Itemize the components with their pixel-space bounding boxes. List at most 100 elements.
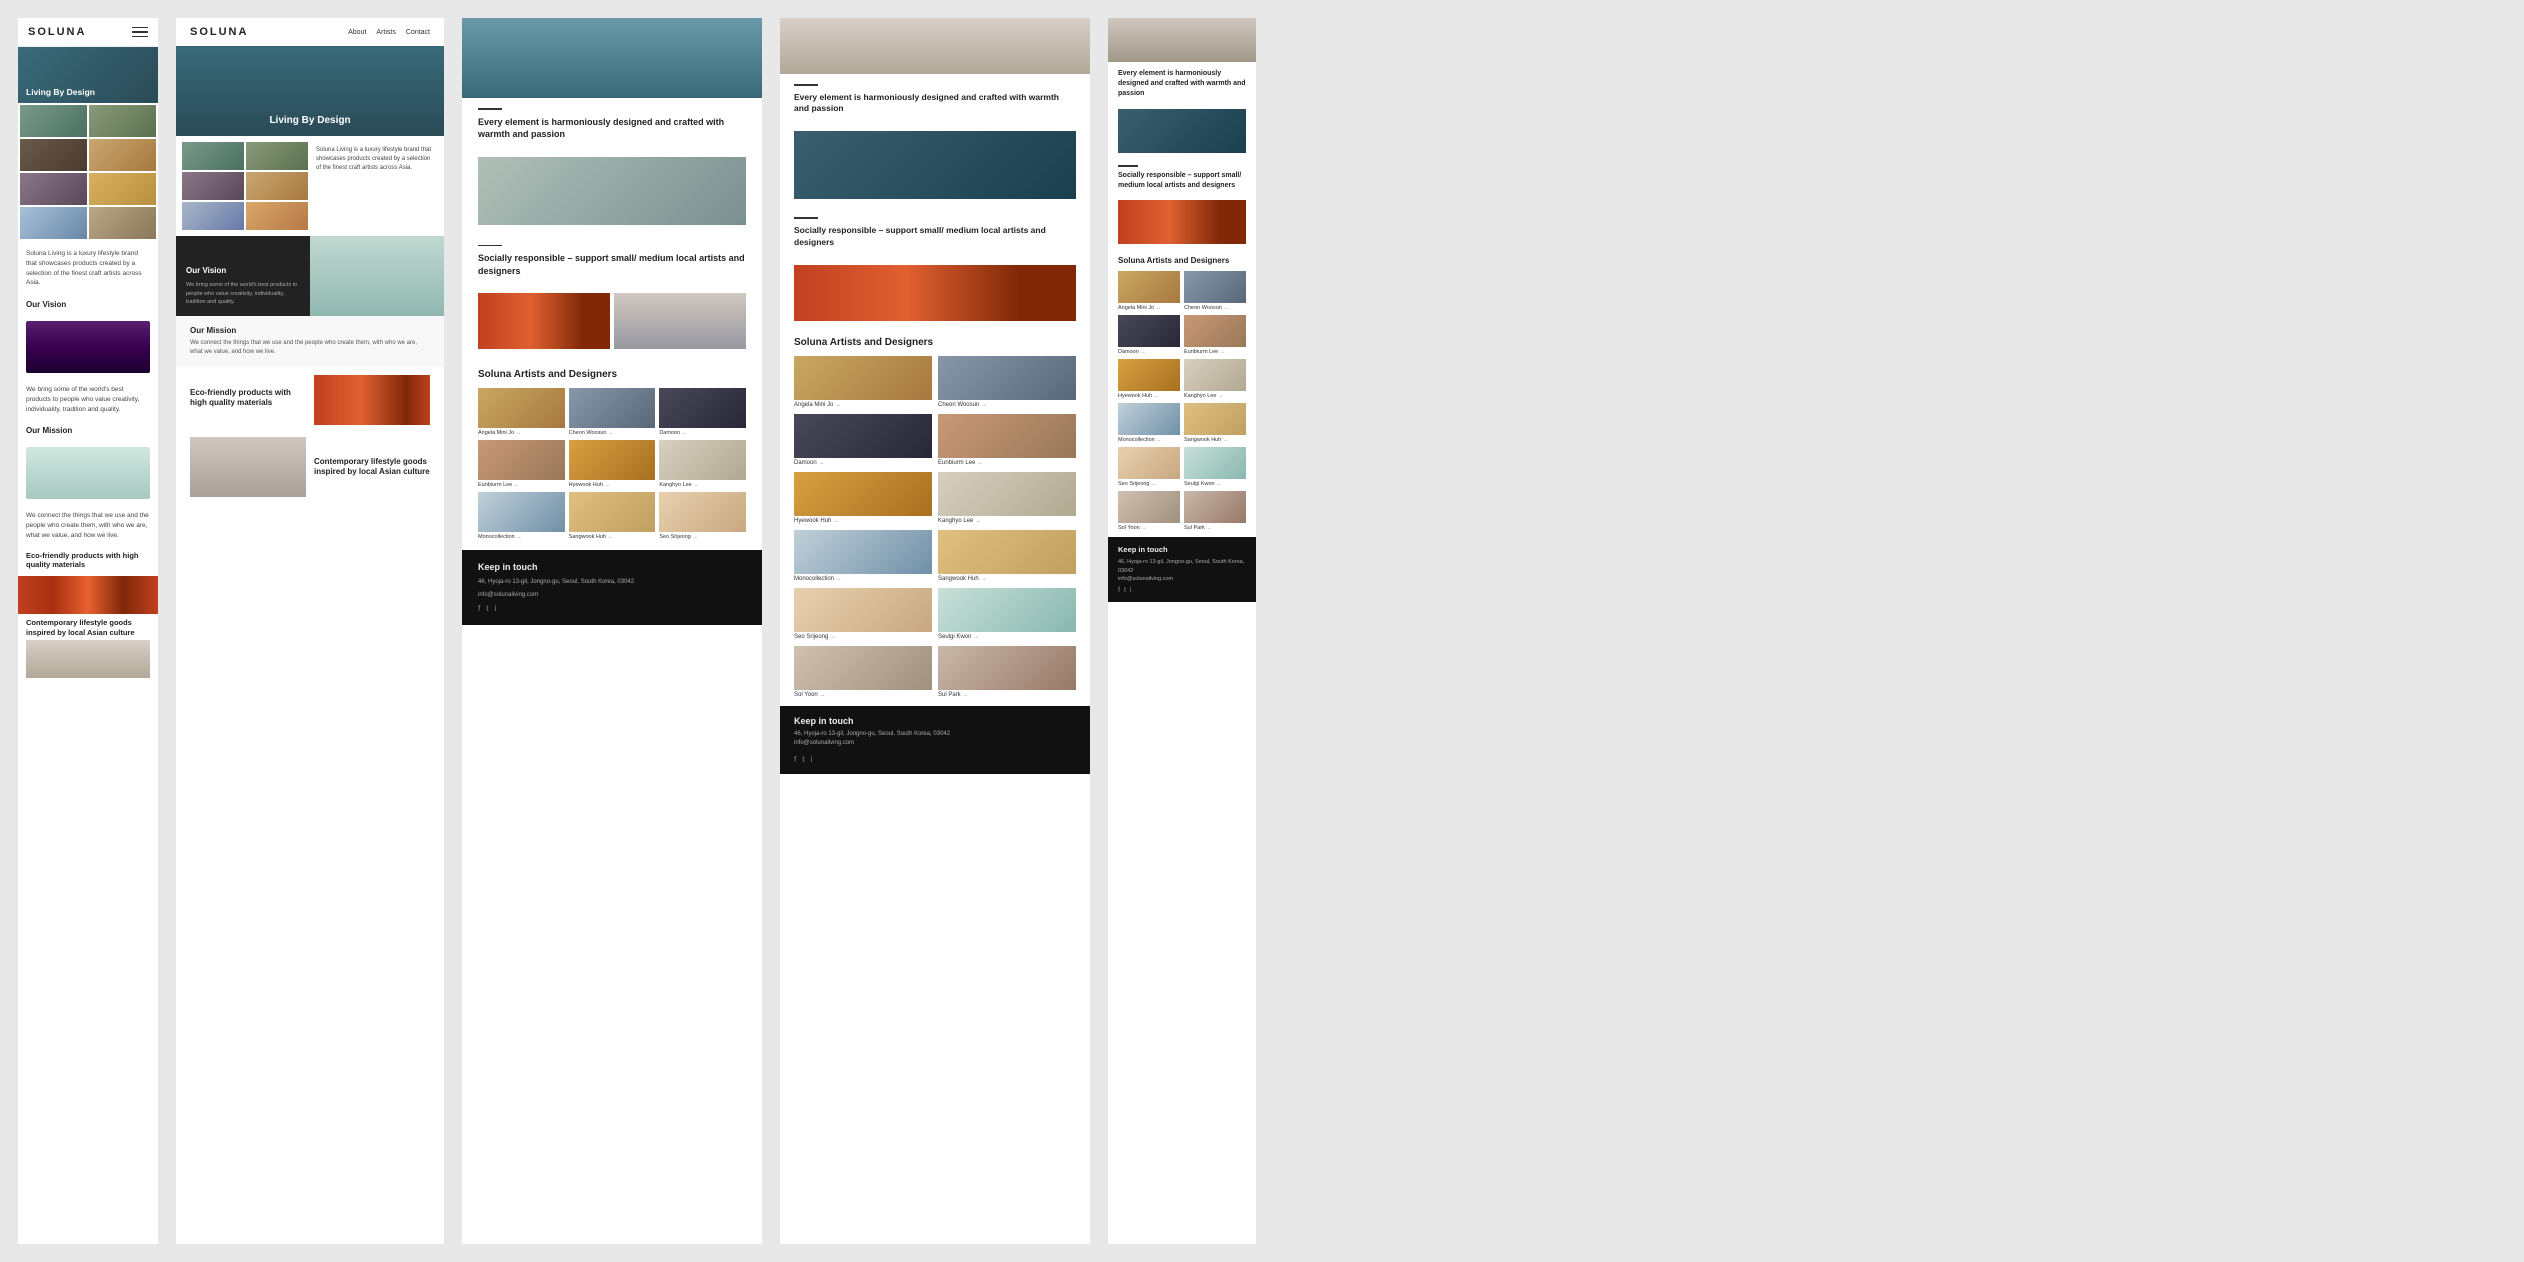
sidebar-artist-5[interactable]: Hyewook Huh → [1118, 359, 1180, 399]
eco-weave-image [314, 375, 430, 425]
artist-main-2[interactable]: Cheon Woosun → [938, 356, 1076, 408]
twitter-icon-sidebar[interactable]: t [1124, 587, 1126, 594]
about-heading-1: Every element is harmoniously designed a… [478, 116, 746, 141]
sidebar-artist-img-7 [1118, 403, 1180, 435]
artist-main-7[interactable]: Monocollection → [794, 530, 932, 582]
footer-address-sidebar: 46, Hyoja-ro 13-gil, Jongno-gu, Seoul, S… [1118, 558, 1246, 575]
panel-sidebar-right: Every element is harmoniously designed a… [1108, 18, 1256, 1244]
facebook-icon-artists[interactable]: f [794, 755, 796, 764]
artist-name-9: Seo Srijeong → [659, 534, 746, 540]
nav-about[interactable]: About [348, 29, 366, 36]
mobile-hero: Living By Design [18, 47, 158, 103]
artist-main-1[interactable]: Angela Mini Jo → [794, 356, 932, 408]
artist-main-10[interactable]: Seulgi Kwon → [938, 588, 1076, 640]
sidebar-top-image [1108, 18, 1256, 62]
mobile-mission-text: We connect the things that we use and th… [18, 503, 158, 544]
artist-main-6[interactable]: Kanghyo Lee → [938, 472, 1076, 524]
artist-main-5[interactable]: Hyewook Huh → [794, 472, 932, 524]
about-artists-section: Soluna Artists and Designers Angela Mini… [462, 359, 762, 550]
sidebar-craft-image [1118, 109, 1246, 153]
sidebar-artist-img-5 [1118, 359, 1180, 391]
panel-desktop-home: SOLUNA About Artists Contact Living By D… [176, 18, 444, 1244]
contemp-image [190, 437, 306, 497]
artist-card-3[interactable]: Damoon → [659, 388, 746, 436]
sidebar-artist-1[interactable]: Angela Mini Jo → [1118, 271, 1180, 311]
sidebar-artist-img-9 [1118, 447, 1180, 479]
twitter-icon-artists[interactable]: t [802, 755, 804, 764]
sidebar-artist-2[interactable]: Cheon Woosun → [1184, 271, 1246, 311]
sidebar-artist-img-10 [1184, 447, 1246, 479]
artists-section-1: Every element is harmoniously designed a… [780, 74, 1090, 131]
artist-img-2 [569, 388, 656, 428]
sidebar-heading-1: Every element is harmoniously designed a… [1118, 69, 1246, 98]
thumb-6 [89, 173, 156, 205]
panel-mobile: SOLUNA Living By Design Soluna Living is… [18, 18, 158, 1244]
artist-name-3: Damoon → [659, 430, 746, 436]
artist-card-1[interactable]: Angela Mini Jo → [478, 388, 565, 436]
intro-thumb-2 [246, 142, 308, 170]
mobile-nav: SOLUNA [18, 18, 158, 47]
artist-main-name-2: Cheon Woosun → [938, 402, 1076, 408]
artist-main-img-4 [938, 414, 1076, 458]
facebook-icon-sidebar[interactable]: f [1118, 587, 1120, 594]
sidebar-artist-6[interactable]: Kanghyo Lee → [1184, 359, 1246, 399]
artist-card-8[interactable]: Sangwook Huh → [569, 492, 656, 540]
artist-card-6[interactable]: Kanghyo Lee → [659, 440, 746, 488]
sidebar-artist-9[interactable]: Seo Srijeong → [1118, 447, 1180, 487]
sidebar-artist-10[interactable]: Seulgi Kwon → [1184, 447, 1246, 487]
sidebar-artist-3[interactable]: Damoon → [1118, 315, 1180, 355]
sidebar-artists-grid: Angela Mini Jo → Cheon Woosun → Damoon →… [1118, 271, 1246, 531]
sidebar-artist-img-11 [1118, 491, 1180, 523]
artist-main-9[interactable]: Seo Srijeong → [794, 588, 932, 640]
instagram-icon-sidebar[interactable]: i [1130, 587, 1132, 594]
artist-main-img-5 [794, 472, 932, 516]
artist-card-9[interactable]: Seo Srijeong → [659, 492, 746, 540]
thumb-3 [20, 139, 87, 171]
about-section-2: Socially responsible – support small/ me… [462, 235, 762, 294]
artist-main-4[interactable]: Eunbiurm Lee → [938, 414, 1076, 466]
artist-img-1 [478, 388, 565, 428]
artist-main-name-7: Monocollection → [794, 576, 932, 582]
mobile-logo: SOLUNA [28, 26, 86, 38]
nav-artists[interactable]: Artists [376, 29, 395, 36]
artist-name-5: Hyewook Huh → [569, 482, 656, 488]
sidebar-artist-name-9: Seo Srijeong → [1118, 481, 1180, 487]
thumb-7 [20, 207, 87, 239]
instagram-icon[interactable]: i [494, 604, 496, 613]
artist-main-img-12 [938, 646, 1076, 690]
sidebar-artist-img-12 [1184, 491, 1246, 523]
artist-main-12[interactable]: Sul Park → [938, 646, 1076, 698]
artist-card-5[interactable]: Hyewook Huh → [569, 440, 656, 488]
mission-row-title: Our Mission [190, 326, 430, 335]
artist-card-7[interactable]: Monocollection → [478, 492, 565, 540]
thumb-8 [89, 207, 156, 239]
sidebar-artist-8[interactable]: Sangwook Huh → [1184, 403, 1246, 443]
sidebar-artist-12[interactable]: Sul Park → [1184, 491, 1246, 531]
artist-main-name-5: Hyewook Huh → [794, 518, 932, 524]
artist-main-8[interactable]: Sangwook Huh → [938, 530, 1076, 582]
hamburger-button[interactable] [132, 27, 148, 38]
artist-main-name-10: Seulgi Kwon → [938, 634, 1076, 640]
artist-name-1: Angela Mini Jo → [478, 430, 565, 436]
mobile-hero-title: Living By Design [26, 87, 95, 97]
facebook-icon[interactable]: f [478, 604, 480, 613]
nav-contact[interactable]: Contact [406, 29, 430, 36]
about-hero-image [462, 18, 762, 98]
artist-card-2[interactable]: Cheon Woosun → [569, 388, 656, 436]
artist-main-11[interactable]: Sol Yoon → [794, 646, 932, 698]
contemp-row: Contemporary lifestyle goods inspired by… [190, 437, 430, 497]
artist-name-6: Kanghyo Lee → [659, 482, 746, 488]
artist-main-img-11 [794, 646, 932, 690]
sidebar-artist-11[interactable]: Sol Yoon → [1118, 491, 1180, 531]
about-heading-2: Socially responsible – support small/ me… [478, 252, 746, 277]
instagram-icon-artists[interactable]: i [810, 755, 812, 764]
twitter-icon[interactable]: t [486, 604, 488, 613]
about-footer: Keep in touch 46, Hyoja-ro 13-gil, Jongn… [462, 550, 762, 625]
artist-card-4[interactable]: Eunbiurm Lee → [478, 440, 565, 488]
intro-thumb-5 [182, 202, 244, 230]
sidebar-artist-4[interactable]: Eunbiurm Lee → [1184, 315, 1246, 355]
artist-main-3[interactable]: Damoon → [794, 414, 932, 466]
artist-main-img-7 [794, 530, 932, 574]
sidebar-artist-7[interactable]: Monocollection → [1118, 403, 1180, 443]
desktop-intro-text: Soluna Living is a luxury lifestyle bran… [312, 142, 438, 230]
